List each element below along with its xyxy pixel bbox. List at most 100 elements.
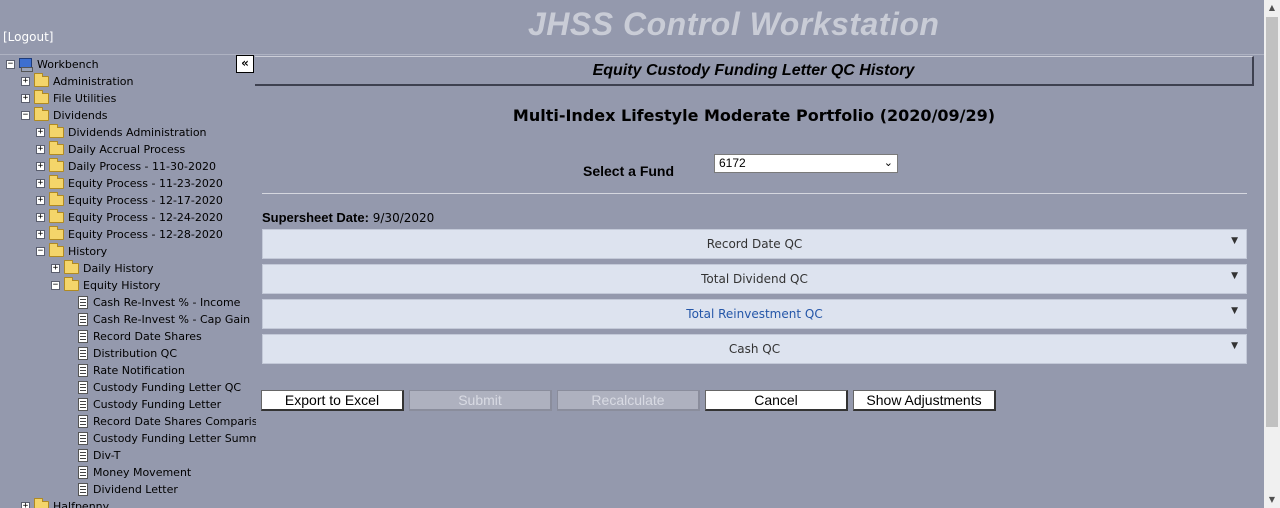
accordion-label: Record Date QC xyxy=(706,237,803,251)
caret-down-icon: ▼ xyxy=(1231,271,1238,281)
tree-item[interactable]: − Equity History xyxy=(51,277,160,294)
collapse-icon[interactable]: − xyxy=(6,60,15,69)
portfolio-title: Multi-Index Lifestyle Moderate Portfolio… xyxy=(512,106,996,125)
tree-item[interactable]: Custody Funding Letter xyxy=(78,396,221,413)
expand-icon[interactable]: + xyxy=(36,179,45,188)
expand-icon[interactable]: + xyxy=(36,213,45,222)
tree-item-label: History xyxy=(68,245,108,258)
tree-item-label: Custody Funding Letter Summary xyxy=(93,432,256,445)
tree-item-label: File Utilities xyxy=(53,92,117,105)
expand-icon[interactable]: + xyxy=(36,145,45,154)
recalculate-button[interactable]: Recalculate xyxy=(557,390,700,411)
document-icon xyxy=(78,364,88,377)
tree-item[interactable]: + Equity Process - 12-24-2020 xyxy=(36,209,223,226)
expand-icon[interactable]: + xyxy=(36,230,45,239)
collapse-icon[interactable]: − xyxy=(36,247,45,256)
tree-item[interactable]: − Dividends xyxy=(21,107,108,124)
tree-item-label: Record Date Shares xyxy=(93,330,202,343)
tree-item[interactable]: + Equity Process - 12-17-2020 xyxy=(36,192,223,209)
collapse-icon[interactable]: − xyxy=(21,111,30,120)
tree-item[interactable]: + Daily Accrual Process xyxy=(36,141,185,158)
tree-item-label: Dividend Letter xyxy=(93,483,178,496)
show-adjustments-button[interactable]: Show Adjustments xyxy=(853,390,996,411)
expand-icon[interactable]: + xyxy=(36,196,45,205)
tree-item[interactable]: Cash Re-Invest % - Income xyxy=(78,294,240,311)
folder-icon xyxy=(49,243,64,257)
tree-item-label: Equity Process - 12-24-2020 xyxy=(68,211,223,224)
expand-icon[interactable]: + xyxy=(36,162,45,171)
folder-icon xyxy=(49,141,64,155)
folder-icon xyxy=(49,175,64,189)
supersheet-date: Supersheet Date: 9/30/2020 xyxy=(262,210,434,225)
tree-item[interactable]: Record Date Shares xyxy=(78,328,202,345)
scrollbar-thumb[interactable] xyxy=(1266,17,1278,427)
tree-item[interactable]: Rate Notification xyxy=(78,362,185,379)
accordion-cash-qc[interactable]: Cash QC ▼ xyxy=(262,334,1247,364)
export-to-excel-button[interactable]: Export to Excel xyxy=(261,390,404,411)
tree-item-label: Record Date Shares Comparison xyxy=(93,415,256,428)
cancel-button[interactable]: Cancel xyxy=(705,390,848,411)
computer-icon xyxy=(19,58,33,72)
tree-item-label: Daily Accrual Process xyxy=(68,143,186,156)
document-icon xyxy=(78,483,88,496)
expand-icon[interactable]: + xyxy=(21,502,30,508)
collapse-icon[interactable]: − xyxy=(51,281,60,290)
accordion-label: Total Dividend QC xyxy=(701,272,808,286)
tree-item[interactable]: Money Movement xyxy=(78,464,191,481)
folder-icon xyxy=(49,192,64,206)
submit-button[interactable]: Submit xyxy=(409,390,552,411)
tree-item-label: Dividends xyxy=(53,109,108,122)
tree-item-label: Custody Funding Letter xyxy=(93,398,222,411)
folder-icon xyxy=(34,73,49,87)
navigation-tree: − Workbench + Administration + File Utilities… xyxy=(0,56,256,508)
scroll-up-icon[interactable]: ▲ xyxy=(1264,0,1280,16)
expand-icon[interactable]: + xyxy=(36,128,45,137)
document-icon xyxy=(78,313,88,326)
folder-icon xyxy=(49,209,64,223)
fund-select-label: Select a Fund xyxy=(583,163,675,179)
tree-item[interactable]: Custody Funding Letter Summary xyxy=(78,430,256,447)
accordion-total-dividend-qc[interactable]: Total Dividend QC ▼ xyxy=(262,264,1247,294)
scroll-down-icon[interactable]: ▼ xyxy=(1264,492,1280,508)
logout-link[interactable]: [Logout] xyxy=(3,30,53,44)
tree-item[interactable]: + Equity Process - 11-23-2020 xyxy=(36,175,223,192)
accordion-total-reinvestment-qc[interactable]: Total Reinvestment QC ▼ xyxy=(262,299,1247,329)
tree-item-label: Workbench xyxy=(37,58,99,71)
tree-item[interactable]: Record Date Shares Comparison xyxy=(78,413,256,430)
tree-item-label: Cash Re-Invest % - Income xyxy=(93,296,241,309)
caret-down-icon: ▼ xyxy=(1231,341,1238,351)
tree-item[interactable]: + Daily Process - 11-30-2020 xyxy=(36,158,216,175)
tree-item[interactable]: Custody Funding Letter QC xyxy=(78,379,241,396)
tree-item[interactable]: − History xyxy=(36,243,107,260)
folder-icon xyxy=(64,277,79,291)
tree-item[interactable]: Cash Re-Invest % - Cap Gain xyxy=(78,311,250,328)
tree-item[interactable]: + Daily History xyxy=(51,260,153,277)
folder-icon xyxy=(34,90,49,104)
tree-item[interactable]: + Halfpenny xyxy=(21,498,109,508)
tree-item[interactable]: Div-T xyxy=(78,447,120,464)
tree-item-label: Equity Process - 11-23-2020 xyxy=(68,177,223,190)
panel-title: Equity Custody Funding Letter QC History xyxy=(255,56,1254,86)
document-icon xyxy=(78,296,88,309)
tree-item[interactable]: Dividend Letter xyxy=(78,481,178,498)
expand-icon[interactable]: + xyxy=(51,264,60,273)
folder-icon xyxy=(64,260,79,274)
fund-select[interactable]: 6172 ⌄ xyxy=(714,154,898,173)
tree-item[interactable]: + File Utilities xyxy=(21,90,116,107)
tree-item[interactable]: − Workbench xyxy=(6,56,99,73)
header-divider xyxy=(0,54,1264,55)
tree-item-label: Dividends Administration xyxy=(68,126,207,139)
expand-icon[interactable]: + xyxy=(21,94,30,103)
document-icon xyxy=(78,449,88,462)
tree-item-label: Daily Process - 11-30-2020 xyxy=(68,160,216,173)
collapse-sidebar-button[interactable]: « xyxy=(236,55,254,73)
accordion-record-date-qc[interactable]: Record Date QC ▼ xyxy=(262,229,1247,259)
tree-item[interactable]: Distribution QC xyxy=(78,345,177,362)
tree-item[interactable]: + Administration xyxy=(21,73,134,90)
tree-item[interactable]: + Equity Process - 12-28-2020 xyxy=(36,226,223,243)
folder-icon xyxy=(34,498,49,508)
vertical-scrollbar[interactable]: ▲ ▼ xyxy=(1264,0,1280,508)
folder-icon xyxy=(49,124,64,138)
tree-item[interactable]: + Dividends Administration xyxy=(36,124,207,141)
expand-icon[interactable]: + xyxy=(21,77,30,86)
